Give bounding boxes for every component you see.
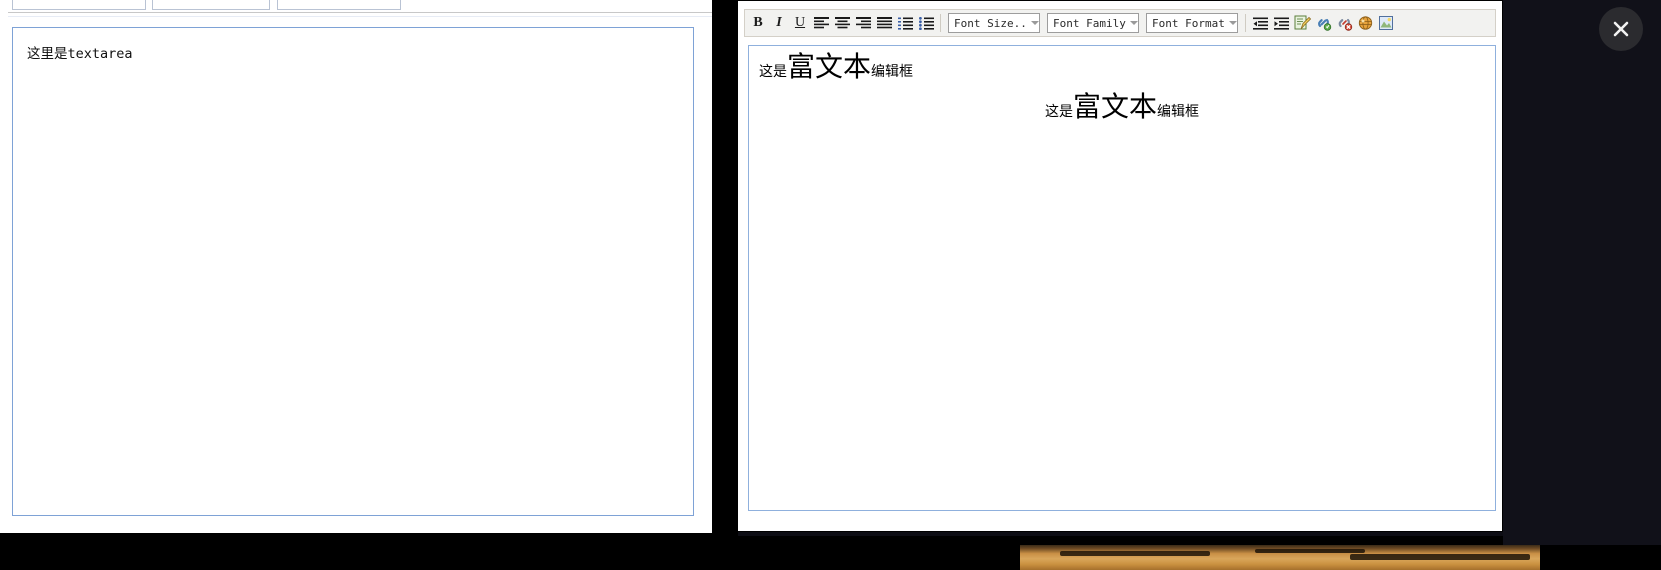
ordered-list-icon[interactable] (895, 13, 915, 33)
toolbar-separator-1 (940, 14, 941, 32)
rich-text-line2-prefix: 这是 (1044, 103, 1073, 119)
panel-divider (712, 0, 738, 536)
left-panel: 这里是textarea (0, 0, 736, 536)
font-size-select[interactable]: Font Size.. (948, 13, 1040, 33)
font-family-select-value: Font Family (1053, 16, 1126, 30)
tab-strip-divider (8, 12, 730, 13)
rich-text-content-area[interactable]: 这是富文本编辑框 这是富文本编辑框 (748, 45, 1496, 511)
page-backdrop-right (1503, 0, 1661, 545)
rich-text-line: 这是富文本编辑框 (759, 94, 1485, 122)
right-panel: B I U Font Size.. Font Family Font Forma… (738, 0, 1503, 532)
rich-text-line2-emphasis: 富文本 (1072, 92, 1157, 123)
close-x-icon (1613, 21, 1629, 37)
rich-text-line1-emphasis: 富文本 (787, 52, 872, 83)
align-center-icon[interactable] (832, 13, 852, 33)
chevron-down-icon (1030, 21, 1039, 25)
bold-button[interactable]: B (748, 13, 768, 33)
edit-page-icon[interactable] (1292, 13, 1312, 33)
close-button[interactable] (1599, 7, 1643, 51)
font-format-select-value: Font Format (1152, 16, 1225, 30)
rich-text-line1-prefix: 这是 (759, 63, 787, 79)
font-format-select[interactable]: Font Format (1146, 13, 1238, 33)
tab-item-2[interactable] (152, 0, 270, 10)
tab-strip (0, 0, 733, 12)
unordered-list-icon[interactable] (916, 13, 936, 33)
align-justify-icon[interactable] (874, 13, 894, 33)
rich-text-line: 这是富文本编辑框 (759, 54, 1485, 82)
tab-item-3[interactable] (277, 0, 401, 10)
link-icon[interactable] (1313, 13, 1333, 33)
plain-textarea[interactable]: 这里是textarea (12, 27, 694, 516)
rich-text-line2-suffix: 编辑框 (1157, 103, 1199, 119)
chevron-down-icon (1228, 21, 1237, 25)
align-right-icon[interactable] (853, 13, 873, 33)
font-family-select[interactable]: Font Family (1047, 13, 1139, 33)
outdent-icon[interactable] (1250, 13, 1270, 33)
underline-button[interactable]: U (790, 13, 810, 33)
unlink-icon[interactable] (1334, 13, 1354, 33)
page-backdrop-bottom (0, 536, 1503, 545)
font-size-select-value: Font Size.. (954, 16, 1027, 30)
rich-text-toolbar: B I U Font Size.. Font Family Font Forma… (744, 9, 1496, 37)
bottom-backdrop-right (1540, 545, 1661, 570)
toolbar-separator-2 (1245, 14, 1246, 32)
chevron-down-icon (1129, 21, 1138, 25)
bottom-backdrop-left (0, 545, 1020, 570)
background-photo-sliver (1020, 545, 1540, 570)
rich-text-line1-suffix: 编辑框 (871, 63, 914, 79)
tab-strip-divider-secondary (8, 16, 730, 17)
tab-item-1[interactable] (12, 0, 146, 10)
indent-icon[interactable] (1271, 13, 1291, 33)
image-icon[interactable] (1376, 13, 1396, 33)
screen-root: 这里是textarea B I U Font Size.. Font Famil… (0, 0, 1661, 570)
italic-button[interactable]: I (769, 13, 789, 33)
anchor-globe-icon[interactable] (1355, 13, 1375, 33)
align-left-icon[interactable] (811, 13, 831, 33)
